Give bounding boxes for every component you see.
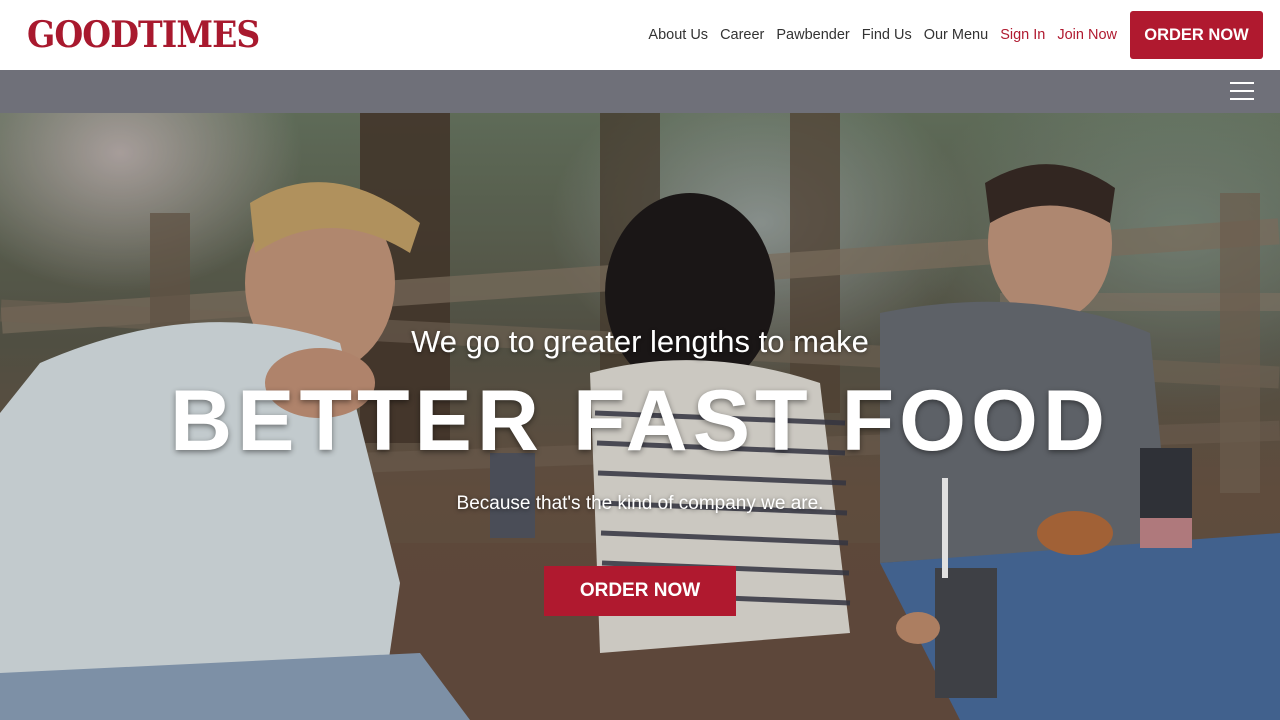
secondary-bar: [0, 70, 1280, 113]
nav-pawbender[interactable]: Pawbender: [776, 27, 849, 43]
order-now-button-header[interactable]: ORDER NOW: [1130, 11, 1263, 59]
main-nav: About Us Career Pawbender Find Us Our Me…: [648, 24, 1117, 46]
hero-content: We go to greater lengths to make BETTER …: [0, 113, 1280, 720]
hero-tagline: We go to greater lengths to make: [411, 324, 869, 359]
site-header: GOODTIMES About Us Career Pawbender Find…: [0, 0, 1280, 70]
goodtimes-logo[interactable]: GOODTIMES: [27, 14, 260, 56]
order-now-button-hero[interactable]: ORDER NOW: [544, 566, 736, 616]
nav-sign-in[interactable]: Sign In: [1000, 27, 1045, 43]
hero-headline: BETTER FAST FOOD: [170, 373, 1110, 469]
nav-about-us[interactable]: About Us: [648, 27, 708, 43]
hero-subline: Because that's the kind of company we ar…: [456, 493, 824, 514]
nav-join-now[interactable]: Join Now: [1057, 27, 1117, 43]
nav-find-us[interactable]: Find Us: [862, 27, 912, 43]
hamburger-menu-icon[interactable]: [1230, 80, 1254, 102]
nav-career[interactable]: Career: [720, 27, 764, 43]
hero-section: We go to greater lengths to make BETTER …: [0, 113, 1280, 720]
nav-our-menu[interactable]: Our Menu: [924, 27, 988, 43]
